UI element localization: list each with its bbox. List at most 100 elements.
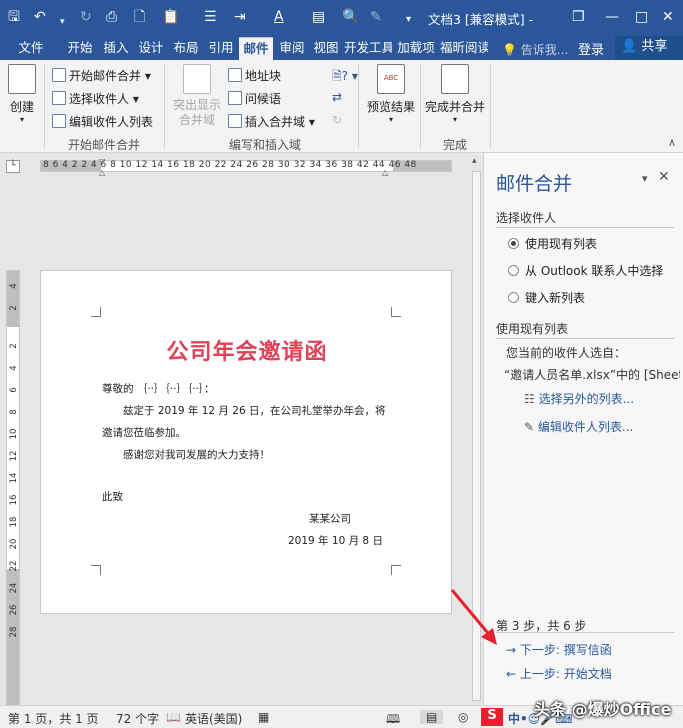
group-divider bbox=[490, 64, 491, 148]
vertical-scrollbar[interactable]: ▴ bbox=[470, 153, 483, 705]
login-button[interactable]: 登录 bbox=[578, 39, 604, 58]
edit-list-icon bbox=[52, 114, 66, 128]
document-heading[interactable]: 公司年会邀请函 bbox=[41, 334, 453, 366]
tab-home[interactable]: 开始 bbox=[64, 37, 96, 60]
arrow-left-icon: ← bbox=[506, 667, 517, 681]
crop-mark bbox=[91, 565, 101, 575]
save-icon[interactable]: 🖫 bbox=[8, 7, 20, 27]
mail-merge-pane: 邮件合并 ▾ ✕ 选择收件人 使用现有列表 从 Outlook 联系人中选择 键… bbox=[483, 153, 683, 705]
tab-design[interactable]: 设计 bbox=[135, 37, 167, 60]
start-mail-merge-button[interactable]: 开始邮件合并 ▾ bbox=[52, 67, 151, 84]
undo-icon[interactable]: ↶ bbox=[34, 7, 46, 27]
greeting-line-button[interactable]: 问候语 bbox=[228, 90, 281, 107]
edit-recipient-list-button[interactable]: 编辑收件人列表 bbox=[52, 113, 153, 130]
columns-icon[interactable]: ▤ bbox=[312, 7, 325, 27]
new-document-icon[interactable]: 🗋 bbox=[134, 7, 145, 27]
radio-type-new-list[interactable]: 键入新列表 bbox=[508, 289, 585, 306]
scrollbar-thumb[interactable] bbox=[472, 171, 481, 701]
word-count[interactable]: 72 个字 bbox=[116, 710, 159, 727]
maximize-icon[interactable]: □ bbox=[635, 7, 648, 27]
radio-icon bbox=[508, 265, 519, 276]
vertical-ruler[interactable]: 4 2 2 4 6 8 10 12 14 16 18 20 22 24 26 2… bbox=[6, 270, 20, 728]
proofing-icon[interactable]: 📖 bbox=[166, 710, 181, 724]
next-step-link[interactable]: → 下一步: 撰写信函 bbox=[506, 641, 612, 658]
body-line[interactable]: 兹定于 2019 年 12 月 26 日，在公司礼堂举办年会，将 bbox=[123, 403, 385, 418]
lightbulb-icon: 💡 bbox=[502, 43, 517, 57]
list-icon[interactable]: ☰ bbox=[204, 7, 217, 27]
print-preview-icon[interactable]: ⎙ bbox=[106, 7, 117, 27]
scroll-up-icon[interactable]: ▴ bbox=[472, 156, 477, 166]
title-bar: 🖫 ↶ ▾ ↻ ⎙ 🗋 📋 ☰ ⇥ A ▤ 🔍 ✎ ▾ 文档3 [兼容模式] -… bbox=[0, 0, 683, 35]
horizontal-ruler[interactable]: 8 6 4 2 2 4 6 8 10 12 14 16 18 20 22 24 … bbox=[40, 157, 452, 177]
tell-me-input[interactable]: 💡 告诉我... bbox=[502, 41, 568, 58]
tab-layout[interactable]: 布局 bbox=[170, 37, 202, 60]
paste-icon[interactable]: 📋 bbox=[162, 7, 179, 27]
previous-step-link[interactable]: ← 上一步: 开始文档 bbox=[506, 665, 612, 682]
group-divider bbox=[44, 64, 45, 148]
create-button[interactable]: 创建 ▾ bbox=[6, 64, 38, 124]
tab-file[interactable]: 文件 bbox=[10, 37, 52, 60]
radio-use-existing-list[interactable]: 使用现有列表 bbox=[508, 235, 597, 252]
page-count[interactable]: 第 1 页，共 1 页 bbox=[8, 710, 99, 727]
document-icon bbox=[52, 68, 66, 82]
tab-references[interactable]: 引用 bbox=[205, 37, 237, 60]
hanging-indent-marker[interactable]: △ bbox=[99, 168, 105, 177]
customize-quick-access-icon[interactable]: ▾ bbox=[406, 10, 411, 30]
right-indent-marker[interactable]: △ bbox=[382, 168, 388, 177]
envelope-icon bbox=[8, 64, 36, 94]
tab-addins[interactable]: 加载项 bbox=[396, 37, 436, 60]
crop-mark bbox=[391, 565, 401, 575]
web-layout-icon[interactable]: ◎ bbox=[458, 710, 468, 724]
match-fields-icon[interactable]: ⇄ bbox=[332, 90, 342, 104]
chevron-down-icon[interactable]: ▾ bbox=[60, 12, 65, 32]
status-bar: 第 1 页，共 1 页 72 个字 📖 英语(美国) ▦ 🕮 ▤ ◎ S 中•☺… bbox=[0, 700, 683, 728]
crop-mark bbox=[391, 307, 401, 317]
tab-view[interactable]: 视图 bbox=[310, 37, 342, 60]
pen-icon: ✎ bbox=[370, 9, 382, 25]
document-page[interactable]: 公司年会邀请函 尊敬的 ｛··｝｛··｝｛··｝： 兹定于 2019 年 12 … bbox=[40, 270, 452, 614]
tab-mailings[interactable]: 邮件 bbox=[239, 37, 273, 60]
language[interactable]: 英语(美国) bbox=[185, 710, 242, 727]
rules-button[interactable]: 🗎? ▾ bbox=[332, 67, 358, 88]
select-recipients-button[interactable]: 选择收件人 ▾ bbox=[52, 90, 139, 107]
restore-icon[interactable]: ❐ bbox=[572, 7, 585, 27]
share-button[interactable]: 👤 共享 bbox=[615, 36, 683, 60]
greeting-icon bbox=[228, 91, 242, 105]
close-icon[interactable]: ✕ bbox=[662, 7, 674, 27]
radio-selected-icon bbox=[508, 238, 519, 249]
macro-icon[interactable]: ▦ bbox=[258, 710, 269, 724]
finish-merge-button[interactable]: 完成并合并 ▾ bbox=[424, 64, 486, 124]
print-layout-icon[interactable]: ▤ bbox=[420, 710, 444, 724]
group-divider bbox=[164, 64, 165, 148]
sogou-ime-icon[interactable]: S bbox=[481, 708, 503, 726]
pane-options-icon[interactable]: ▾ bbox=[642, 172, 648, 185]
body-line[interactable]: 邀请您莅临参加。 bbox=[102, 425, 186, 440]
body-line[interactable]: 感谢您对我司发展的大力支持！ bbox=[123, 447, 270, 462]
radio-outlook-contacts[interactable]: 从 Outlook 联系人中选择 bbox=[508, 262, 663, 279]
search-icon[interactable]: 🔍 bbox=[342, 7, 359, 27]
pane-title: 邮件合并 bbox=[496, 173, 573, 195]
close-pane-icon[interactable]: ✕ bbox=[658, 169, 670, 185]
insert-merge-field-button[interactable]: 插入合并域 ▾ bbox=[228, 113, 315, 130]
minimize-icon[interactable]: — bbox=[605, 7, 619, 27]
read-mode-icon[interactable]: 🕮 bbox=[386, 710, 400, 728]
edit-icon: ✎ bbox=[524, 420, 535, 434]
tab-developer[interactable]: 开发工具 bbox=[344, 37, 392, 60]
crop-mark bbox=[91, 307, 101, 317]
tab-stop-selector[interactable]: └ bbox=[6, 160, 20, 173]
signature-date[interactable]: 2019 年 10 月 8 日 bbox=[288, 533, 383, 548]
edit-recipient-list-link[interactable]: ✎ 编辑收件人列表... bbox=[524, 418, 633, 435]
preview-results-button[interactable]: ABC 预览结果 ▾ bbox=[364, 64, 418, 124]
font-color-icon[interactable]: A bbox=[274, 7, 284, 27]
tab-foxit[interactable]: 福昕阅读 bbox=[440, 37, 488, 60]
select-other-list-link[interactable]: ☷ 选择另外的列表... bbox=[524, 390, 634, 407]
address-block-button[interactable]: 地址块 bbox=[228, 67, 281, 84]
indent-icon[interactable]: ⇥ bbox=[234, 7, 246, 27]
salutation-line[interactable]: 尊敬的 ｛··｝｛··｝｛··｝： bbox=[102, 381, 215, 396]
closing-line[interactable]: 此致 bbox=[102, 489, 123, 504]
first-line-indent-marker[interactable]: ▽ bbox=[99, 157, 105, 166]
tab-insert[interactable]: 插入 bbox=[100, 37, 132, 60]
collapse-ribbon-icon[interactable]: ∧ bbox=[668, 136, 676, 149]
tab-review[interactable]: 审阅 bbox=[276, 37, 308, 60]
signature-company[interactable]: 某某公司 bbox=[309, 511, 351, 526]
